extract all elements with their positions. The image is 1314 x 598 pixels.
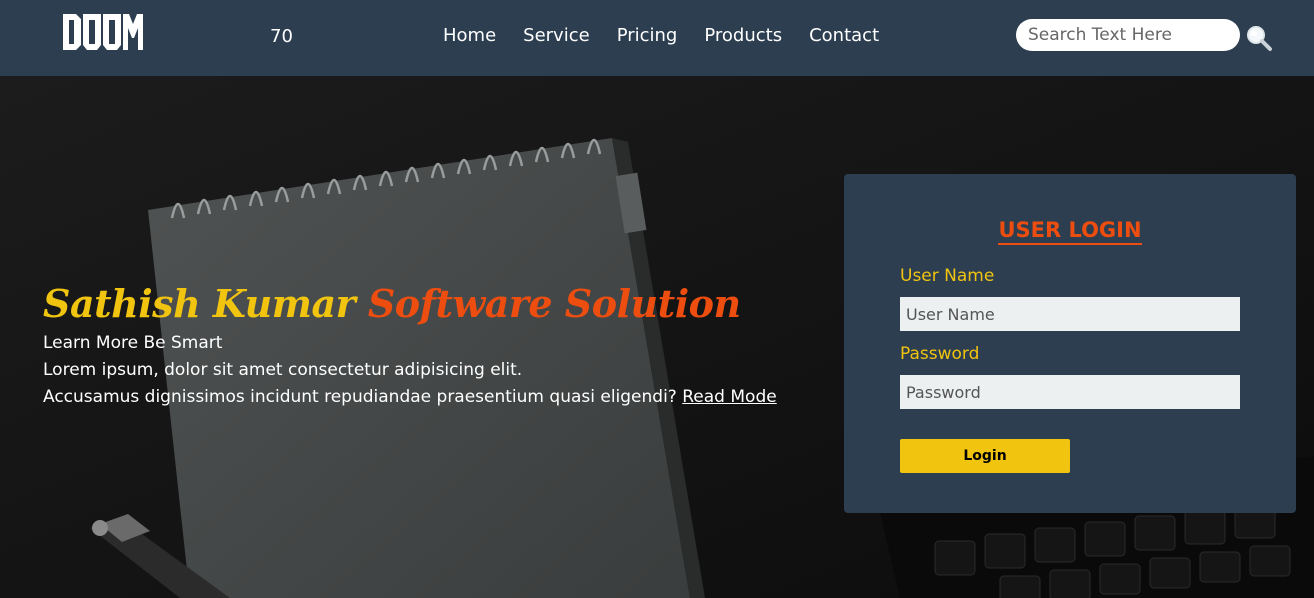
username-field[interactable] (900, 297, 1240, 331)
main-nav: Home Service Pricing Products Contact (443, 25, 879, 46)
read-more-link[interactable]: Read Mode (682, 387, 776, 407)
hero-title-suffix: Software Solution (367, 281, 741, 326)
login-button[interactable]: Login (900, 439, 1070, 473)
hero-tagline: Learn More Be Smart (43, 333, 223, 353)
nav-link-home[interactable]: Home (443, 25, 496, 46)
login-title-text: USER LOGIN (998, 218, 1142, 245)
password-label: Password (900, 344, 980, 364)
hero-description-line: Accusamus dignissimos incidunt repudiand… (43, 384, 843, 411)
login-title: USER LOGIN (844, 218, 1296, 245)
hero-title-name: Sathish Kumar (43, 281, 356, 326)
magnifier-icon[interactable] (1245, 24, 1273, 52)
search-input[interactable] (1016, 19, 1240, 51)
navbar: 70 Home Service Pricing Products Contact (0, 0, 1314, 76)
login-card: USER LOGIN User Name Password Login (844, 174, 1296, 513)
hero-description-text: Accusamus dignissimos incidunt repudiand… (43, 387, 677, 407)
logo-letters (63, 14, 143, 50)
username-label: User Name (900, 266, 995, 286)
nav-link-products[interactable]: Products (704, 25, 782, 46)
nav-link-service[interactable]: Service (523, 25, 590, 46)
nav-link-pricing[interactable]: Pricing (617, 25, 678, 46)
counter-value: 70 (270, 26, 293, 47)
hero-title: Sathish Kumar Software Solution (43, 278, 843, 330)
nav-link-contact[interactable]: Contact (809, 25, 879, 46)
doom-logo[interactable] (62, 12, 144, 52)
hero-description-line: Lorem ipsum, dolor sit amet consectetur … (43, 360, 523, 380)
hero-section: Sathish Kumar Software Solution Learn Mo… (0, 76, 1314, 598)
hero-text-block: Sathish Kumar Software Solution Learn Mo… (43, 278, 843, 411)
password-field[interactable] (900, 375, 1240, 409)
